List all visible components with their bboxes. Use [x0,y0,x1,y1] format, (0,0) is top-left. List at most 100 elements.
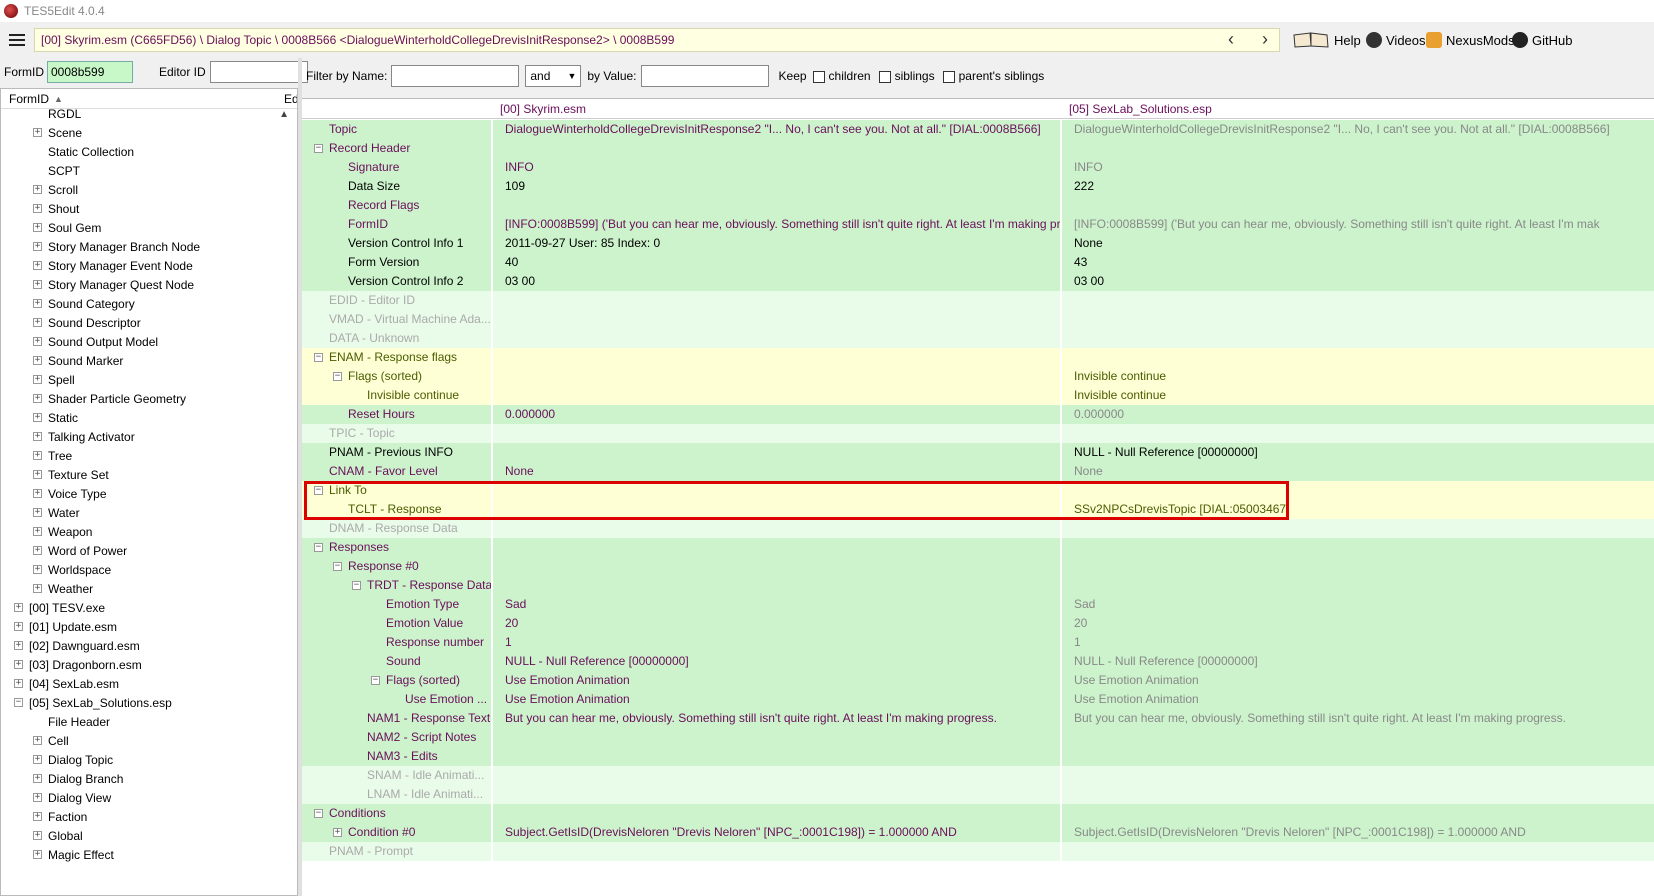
skyrim-value-cell[interactable] [493,329,1061,348]
expand-icon[interactable]: + [33,432,42,441]
grid-row[interactable]: SNAM - Idle Animati... [302,766,1654,785]
expand-icon[interactable]: + [33,470,42,479]
nav-tree-item[interactable]: + Shader Particle Geometry [33,389,186,408]
skyrim-value-cell[interactable]: 109 [493,177,1061,196]
sexlab-value-cell[interactable]: DialogueWinterholdCollegeDrevisInitRespo… [1062,120,1654,139]
field-name-cell[interactable]: Version Control Info 2 [302,272,492,291]
nav-tree-item[interactable]: + [03] Dragonborn.esm [14,655,142,674]
field-name-cell[interactable]: Version Control Info 1 [302,234,492,253]
grid-row[interactable]: NAM2 - Script Notes [302,728,1654,747]
nav-tree-item[interactable]: + Shout [33,199,79,218]
skyrim-value-cell[interactable] [493,310,1061,329]
grid-row[interactable]: DNAM - Response Data [302,519,1654,538]
expand-icon[interactable]: + [33,508,42,517]
field-name-cell[interactable]: DNAM - Response Data [302,519,492,538]
expand-icon[interactable]: + [33,736,42,745]
skyrim-value-cell[interactable] [493,443,1061,462]
skyrim-value-cell[interactable]: INFO [493,158,1061,177]
skyrim-value-cell[interactable]: 2011-09-27 User: 85 Index: 0 [493,234,1061,253]
expand-icon[interactable]: + [33,128,42,137]
skyrim-value-cell[interactable]: 1 [493,633,1061,652]
forward-arrow-icon[interactable]: › [1262,30,1268,48]
grid-row[interactable]: Version Control Info 1 2011-09-27 User: 8… [302,234,1654,253]
grid-row[interactable]: Invisible continue Invisible continue [302,386,1654,405]
nav-tree-item[interactable]: + Water [33,503,80,522]
grid-row[interactable]: Data Size 109 222 [302,177,1654,196]
nav-tree-item[interactable]: + Scroll [33,180,78,199]
expand-icon[interactable]: + [33,451,42,460]
skyrim-value-cell[interactable]: None [493,462,1061,481]
nav-tree-item[interactable]: + Story Manager Quest Node [33,275,194,294]
expand-icon[interactable]: + [33,413,42,422]
sexlab-value-cell[interactable]: 0.000000 [1062,405,1654,424]
expand-icon[interactable]: + [33,204,42,213]
nav-tree-item[interactable]: + Sound Marker [33,351,123,370]
field-name-cell[interactable]: − Link To [302,481,492,500]
sexlab-value-cell[interactable]: NULL - Null Reference [00000000] [1062,443,1654,462]
nav-tree-item[interactable]: + Voice Type [33,484,107,503]
github-button[interactable]: GitHub [1512,32,1572,48]
help-button[interactable]: Help [1292,32,1361,48]
skyrim-value-cell[interactable] [493,367,1061,386]
nav-tree-item[interactable]: + [00] TESV.exe [14,598,105,617]
field-name-cell[interactable]: NAM2 - Script Notes [302,728,492,747]
field-name-cell[interactable]: TPIC - Topic [302,424,492,443]
nav-tree-item[interactable]: + Dialog View [33,788,111,807]
nav-tree-item[interactable]: RGDL [33,104,81,123]
skyrim-value-cell[interactable] [493,538,1061,557]
sexlab-value-cell[interactable] [1062,728,1654,747]
nav-tree-item[interactable]: − [05] SexLab_Solutions.esp [14,693,172,712]
field-name-cell[interactable]: + Condition #0 [302,823,492,842]
skyrim-value-cell[interactable]: Sad [493,595,1061,614]
skyrim-value-cell[interactable] [493,386,1061,405]
scroll-up-arrow-icon[interactable]: ▲ [279,109,289,120]
collapse-icon[interactable]: − [371,676,380,686]
skyrim-value-cell[interactable] [493,291,1061,310]
sexlab-value-cell[interactable]: Invisible continue [1062,367,1654,386]
sexlab-value-cell[interactable]: NULL - Null Reference [00000000] [1062,652,1654,671]
grid-row[interactable]: − Link To [302,481,1654,500]
expand-icon[interactable]: + [33,489,42,498]
grid-row[interactable]: Signature INFO INFO [302,158,1654,177]
formid-input[interactable] [47,61,133,83]
grid-row[interactable]: PNAM - Previous INFO NULL - Null Referenc… [302,443,1654,462]
grid-row[interactable]: FormID [INFO:0008B599] ('But you can hear… [302,215,1654,234]
expand-icon[interactable]: + [33,812,42,821]
sexlab-value-cell[interactable]: 20 [1062,614,1654,633]
field-name-cell[interactable]: EDID - Editor ID [302,291,492,310]
nav-tree-item[interactable]: + [04] SexLab.esm [14,674,119,693]
sexlab-value-cell[interactable]: 1 [1062,633,1654,652]
grid-row[interactable]: Record Flags [302,196,1654,215]
field-name-cell[interactable]: Use Emotion ... [302,690,492,709]
expand-icon[interactable]: + [33,584,42,593]
nav-tree-item[interactable]: + Worldspace [33,560,111,579]
grid-row[interactable]: NAM3 - Edits [302,747,1654,766]
skyrim-value-cell[interactable]: 20 [493,614,1061,633]
nav-tree-item[interactable]: + Story Manager Event Node [33,256,193,275]
checkbox-box[interactable] [878,70,891,83]
field-name-cell[interactable]: Form Version [302,253,492,272]
grid-row[interactable]: Emotion Value 20 20 [302,614,1654,633]
grid-row[interactable]: VMAD - Virtual Machine Ada... [302,310,1654,329]
expand-icon[interactable]: + [33,850,42,859]
skyrim-value-cell[interactable] [493,424,1061,443]
expand-icon[interactable]: + [14,622,23,631]
grid-row[interactable]: CNAM - Favor Level None None [302,462,1654,481]
field-name-cell[interactable]: − Responses [302,538,492,557]
skyrim-value-cell[interactable]: Use Emotion Animation [493,671,1061,690]
grid-row[interactable]: − Conditions [302,804,1654,823]
grid-row[interactable]: TPIC - Topic [302,424,1654,443]
checkbox-box[interactable] [812,70,825,83]
skyrim-value-cell[interactable] [493,728,1061,747]
record-path-bar[interactable]: [00] Skyrim.esm (C665FD56) \ Dialog Topi… [34,28,1280,52]
nav-tree-item[interactable]: + Talking Activator [33,427,135,446]
collapse-icon[interactable]: − [333,372,342,382]
sexlab-value-cell[interactable] [1062,329,1654,348]
skyrim-value-cell[interactable]: DialogueWinterholdCollegeDrevisInitRespo… [493,120,1061,139]
navigation-tree[interactable]: FormID ▲ Editc ▲ RGDL+SceneStatic Collec… [0,88,298,896]
field-name-cell[interactable]: LNAM - Idle Animati... [302,785,492,804]
skyrim-value-cell[interactable]: NULL - Null Reference [00000000] [493,652,1061,671]
skyrim-value-cell[interactable] [493,576,1061,595]
sexlab-value-cell[interactable]: 43 [1062,253,1654,272]
sexlab-value-cell[interactable]: Use Emotion Animation [1062,690,1654,709]
